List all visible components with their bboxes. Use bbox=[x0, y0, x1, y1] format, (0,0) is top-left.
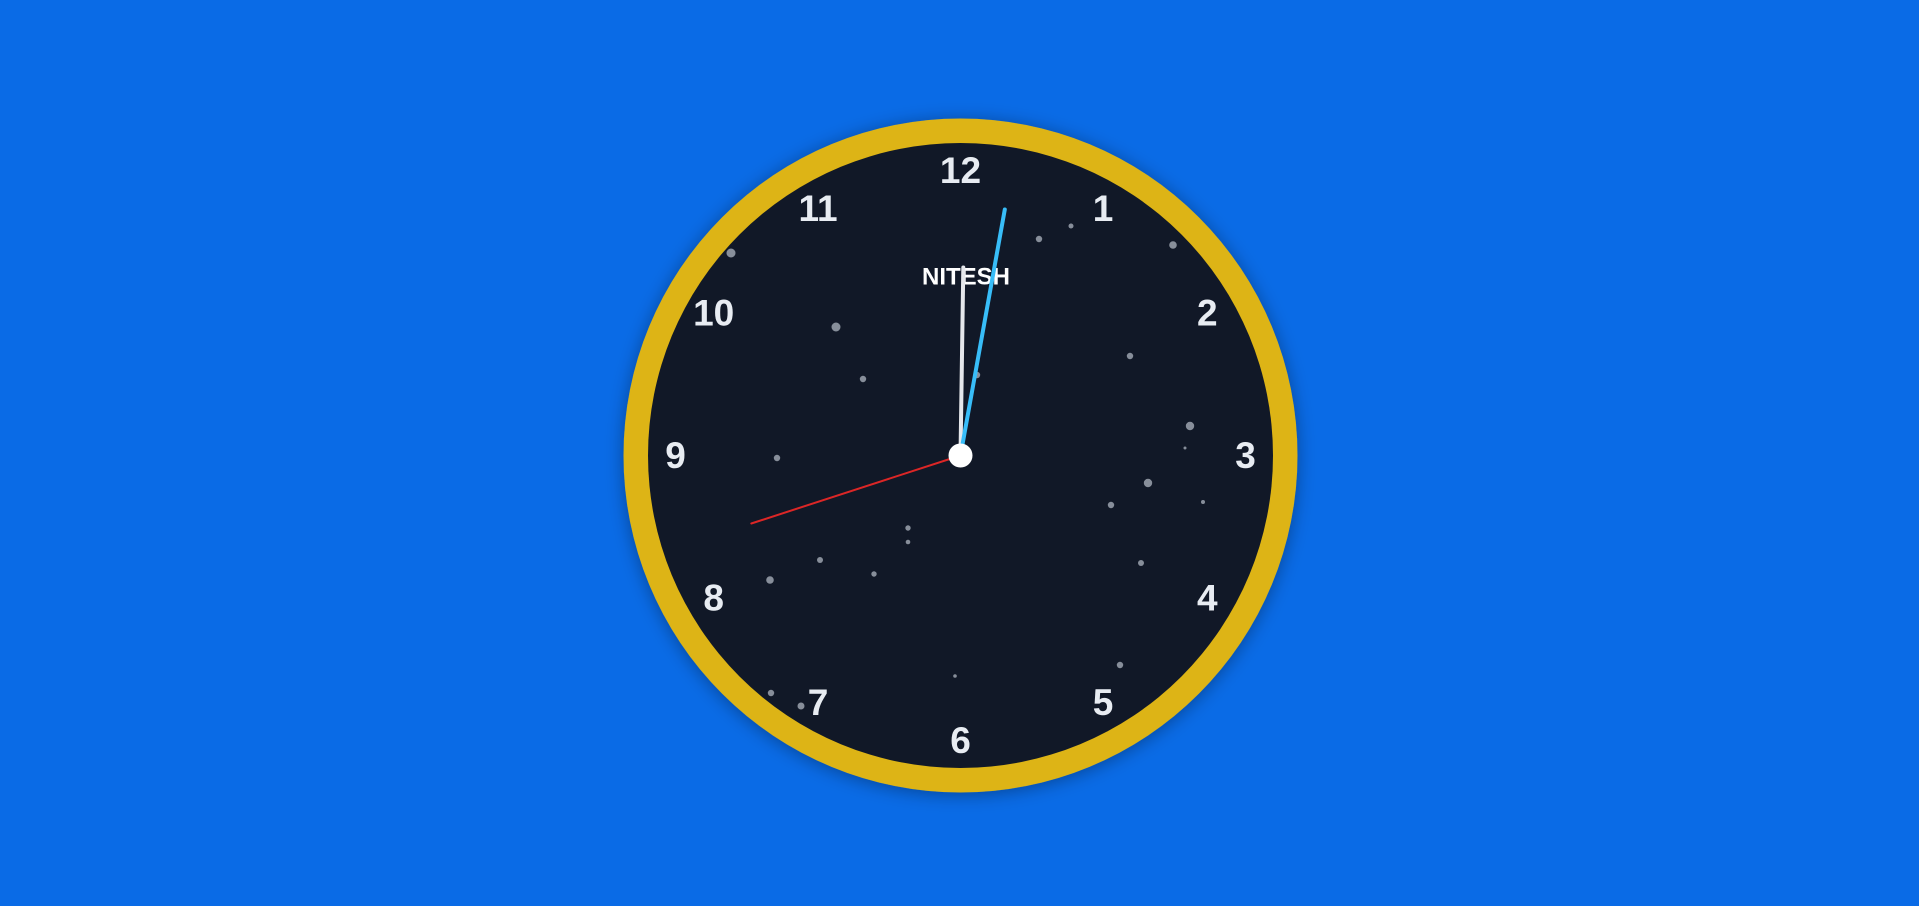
star-dot bbox=[766, 576, 774, 584]
star-dot bbox=[1138, 560, 1144, 566]
star-dot bbox=[1107, 501, 1115, 509]
star-dot bbox=[1035, 235, 1043, 243]
center-pin bbox=[948, 443, 973, 468]
star-dot bbox=[1201, 500, 1205, 504]
star-dot bbox=[1143, 478, 1153, 488]
numeral-5: 5 bbox=[1093, 682, 1114, 723]
star-dot bbox=[871, 571, 877, 577]
star-dot bbox=[1169, 241, 1177, 249]
star-dot bbox=[831, 322, 841, 332]
hour-hand bbox=[958, 265, 966, 458]
star-dot bbox=[953, 674, 957, 678]
numeral-7: 7 bbox=[808, 682, 829, 723]
numeral-9: 9 bbox=[665, 435, 686, 476]
numeral-11: 11 bbox=[798, 188, 837, 229]
numeral-6: 6 bbox=[950, 720, 971, 761]
star-dot bbox=[797, 702, 805, 710]
numeral-10: 10 bbox=[693, 293, 734, 334]
star-dot bbox=[773, 454, 781, 462]
star-dot bbox=[1183, 446, 1187, 450]
star-dot bbox=[726, 248, 736, 258]
numeral-2: 2 bbox=[1197, 293, 1218, 334]
numeral-1: 1 bbox=[1093, 188, 1114, 229]
analog-clock: 12 1 2 3 4 5 6 7 8 9 10 11 NITESH bbox=[623, 118, 1298, 793]
numeral-4: 4 bbox=[1197, 578, 1218, 619]
brand-label: NITESH bbox=[922, 263, 1010, 290]
star-dot bbox=[905, 539, 911, 545]
star-dot bbox=[767, 689, 775, 697]
clock-face-svg: 121234567891011 NITESH bbox=[623, 118, 1298, 793]
star-dot bbox=[1116, 661, 1124, 669]
numeral-3: 3 bbox=[1235, 435, 1256, 476]
numeral-8: 8 bbox=[703, 578, 724, 619]
star-dot bbox=[817, 557, 823, 563]
numeral-12: 12 bbox=[940, 150, 981, 191]
star-dot bbox=[1068, 223, 1074, 229]
star-dot bbox=[859, 375, 867, 383]
star-dot bbox=[905, 525, 911, 531]
star-dot bbox=[1126, 352, 1134, 360]
star-dot bbox=[1185, 421, 1195, 431]
